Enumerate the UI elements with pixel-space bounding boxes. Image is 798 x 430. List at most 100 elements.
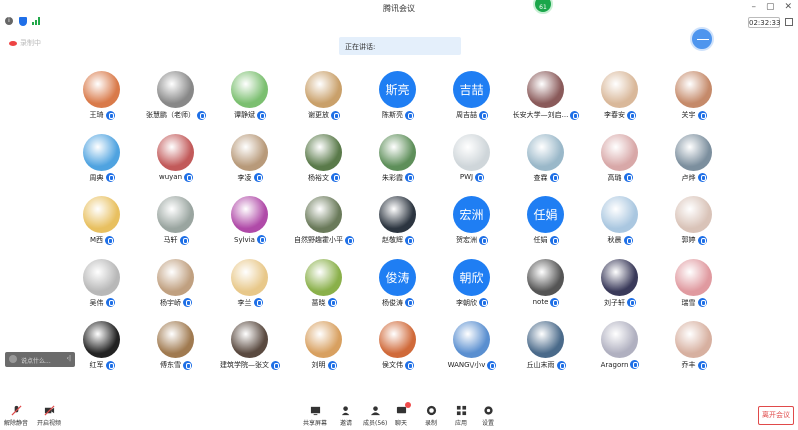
participant-name-row: 红军 <box>65 360 139 370</box>
invite-button[interactable]: 邀请 <box>340 405 352 427</box>
avatar <box>601 321 638 358</box>
participant-name: 李凌 <box>237 173 252 182</box>
participant-tile[interactable]: 郭婷 <box>657 191 731 251</box>
avatar <box>83 321 120 358</box>
participant-tile[interactable]: 侯文伟 <box>361 316 435 376</box>
participant-tile[interactable]: 高璐 <box>583 129 657 189</box>
participant-tile[interactable]: 卢烨 <box>657 129 731 189</box>
participant-tile[interactable]: 红军 <box>65 316 139 376</box>
participant-tile[interactable]: 张慧鹏（老师） <box>139 66 213 126</box>
participant-tile[interactable]: 谭静斌 <box>213 66 287 126</box>
participant-tile[interactable]: 乔丰 <box>657 316 731 376</box>
participant-name: 高璐 <box>607 173 622 182</box>
participant-tile[interactable]: 朝欣 李朝欣 <box>435 254 509 314</box>
participant-tile[interactable]: note <box>509 254 583 314</box>
participant-tile[interactable]: 杨裕文 <box>287 129 361 189</box>
participant-tile[interactable]: 谢更放 <box>287 66 361 126</box>
avatar: 朝欣 <box>453 258 490 296</box>
participant-tile[interactable]: 吴伟 <box>65 254 139 314</box>
participant-tile[interactable]: 刘子轩 <box>583 254 657 314</box>
emoji-icon[interactable] <box>9 355 17 363</box>
participant-tile[interactable]: M西 <box>65 191 139 251</box>
mic-icon <box>479 235 488 245</box>
mic-icon <box>331 110 340 120</box>
participant-tile[interactable]: 吉喆 周吉喆 <box>435 66 509 126</box>
participant-tile[interactable]: 丘山末雨 <box>509 316 583 376</box>
participant-name-row: 贺宏洲 <box>435 235 509 245</box>
send-icon[interactable]: ‹| <box>67 355 71 362</box>
avatar <box>231 258 268 296</box>
participant-tile[interactable]: 周典 <box>65 129 139 189</box>
avatar <box>83 258 120 296</box>
participant-tile[interactable]: 刘明 <box>287 316 361 376</box>
participant-tile[interactable]: 蔷晓 <box>287 254 361 314</box>
participant-tile[interactable]: 关宇 <box>657 66 731 126</box>
participant-tile[interactable]: 瑞雪 <box>657 254 731 314</box>
participant-tile[interactable]: 傅东雪 <box>139 316 213 376</box>
record-label: 录制 <box>425 420 438 427</box>
shield-icon[interactable] <box>19 17 27 26</box>
participant-name: Aragorn <box>600 360 629 369</box>
voice-activity-icon[interactable] <box>690 27 714 51</box>
avatar <box>527 321 564 358</box>
participant-tile[interactable]: 王琦 <box>65 66 139 126</box>
participant-name: 周典 <box>89 173 104 182</box>
participant-name-row: 李朝欣 <box>435 298 509 308</box>
mic-icon <box>405 360 414 370</box>
participant-tile[interactable]: 任娟 任娟 <box>509 191 583 251</box>
layout-icon[interactable] <box>785 18 793 26</box>
participant-tile[interactable]: 朱彩霞 <box>361 129 435 189</box>
mute-button[interactable]: 解除静音 <box>4 405 28 427</box>
chat-button[interactable]: 聊天 <box>395 402 412 427</box>
participant-name: M西 <box>89 236 104 244</box>
apps-icon <box>456 405 466 416</box>
mic-icon <box>479 110 488 120</box>
participant-tile[interactable]: 李凌 <box>213 129 287 189</box>
participant-tile[interactable]: 李春安 <box>583 66 657 126</box>
info-icon[interactable]: i <box>5 17 13 25</box>
mic-icon <box>549 173 559 182</box>
participant-tile[interactable]: WANG\/小v <box>435 316 509 376</box>
participant-tile[interactable]: Sylvia <box>213 191 287 251</box>
chat-unread-badge <box>405 402 412 408</box>
avatar <box>527 258 564 296</box>
members-button[interactable]: 成员(56) <box>363 405 387 427</box>
participant-tile[interactable]: 俊涛 杨俊涛 <box>361 254 435 314</box>
avatar <box>305 71 342 108</box>
participant-name-row: 周吉喆 <box>435 110 509 120</box>
participant-tile[interactable]: 马轩 <box>139 191 213 251</box>
participant-tile[interactable]: 宏洲 贺宏洲 <box>435 191 509 251</box>
participant-tile[interactable]: 建筑学院—张文 <box>213 316 287 376</box>
participant-tile[interactable]: 斯亮 陈斯亮 <box>361 66 435 126</box>
video-button[interactable]: 开启视频 <box>37 405 61 427</box>
participant-tile[interactable]: PWJ <box>435 129 509 189</box>
mic-icon <box>627 110 636 120</box>
settings-button[interactable]: 设置 <box>482 405 494 427</box>
signal-icon[interactable] <box>32 17 40 25</box>
leave-meeting-button[interactable]: 离开会议 <box>758 406 794 425</box>
participant-tile[interactable]: 赵敬辉 <box>361 191 435 251</box>
apps-button[interactable]: 应用 <box>455 405 467 427</box>
participant-tile[interactable]: 秋晨 <box>583 191 657 251</box>
participant-tile[interactable]: wuyan <box>139 129 213 189</box>
close-button[interactable]: ✕ <box>784 2 792 12</box>
participant-tile[interactable]: 长安大学—刘启... <box>509 66 583 126</box>
participant-tile[interactable]: 杨宇峤 <box>139 254 213 314</box>
participant-tile[interactable]: 李兰 <box>213 254 287 314</box>
participant-tile[interactable]: 自然野趣霍小平 <box>287 191 361 251</box>
maximize-button[interactable]: ▢ <box>766 2 775 12</box>
participant-name: 瑞雪 <box>681 298 696 307</box>
chat-input[interactable]: 说点什么... ‹| <box>5 352 75 367</box>
participant-tile[interactable]: 查霖 <box>509 129 583 189</box>
avatar <box>231 71 268 108</box>
record-button[interactable]: 录制 <box>425 405 437 427</box>
participant-name: 卢烨 <box>681 173 696 182</box>
participant-name-row: 自然野趣霍小平 <box>287 235 361 245</box>
minimize-button[interactable]: – <box>751 2 756 12</box>
avatar <box>601 71 638 108</box>
participant-tile[interactable]: Aragorn <box>583 316 657 376</box>
participant-name-row: PWJ <box>435 172 509 182</box>
share-screen-button[interactable]: 共享屏幕 <box>303 405 327 427</box>
mic-icon <box>184 172 194 182</box>
avatar <box>83 71 120 108</box>
